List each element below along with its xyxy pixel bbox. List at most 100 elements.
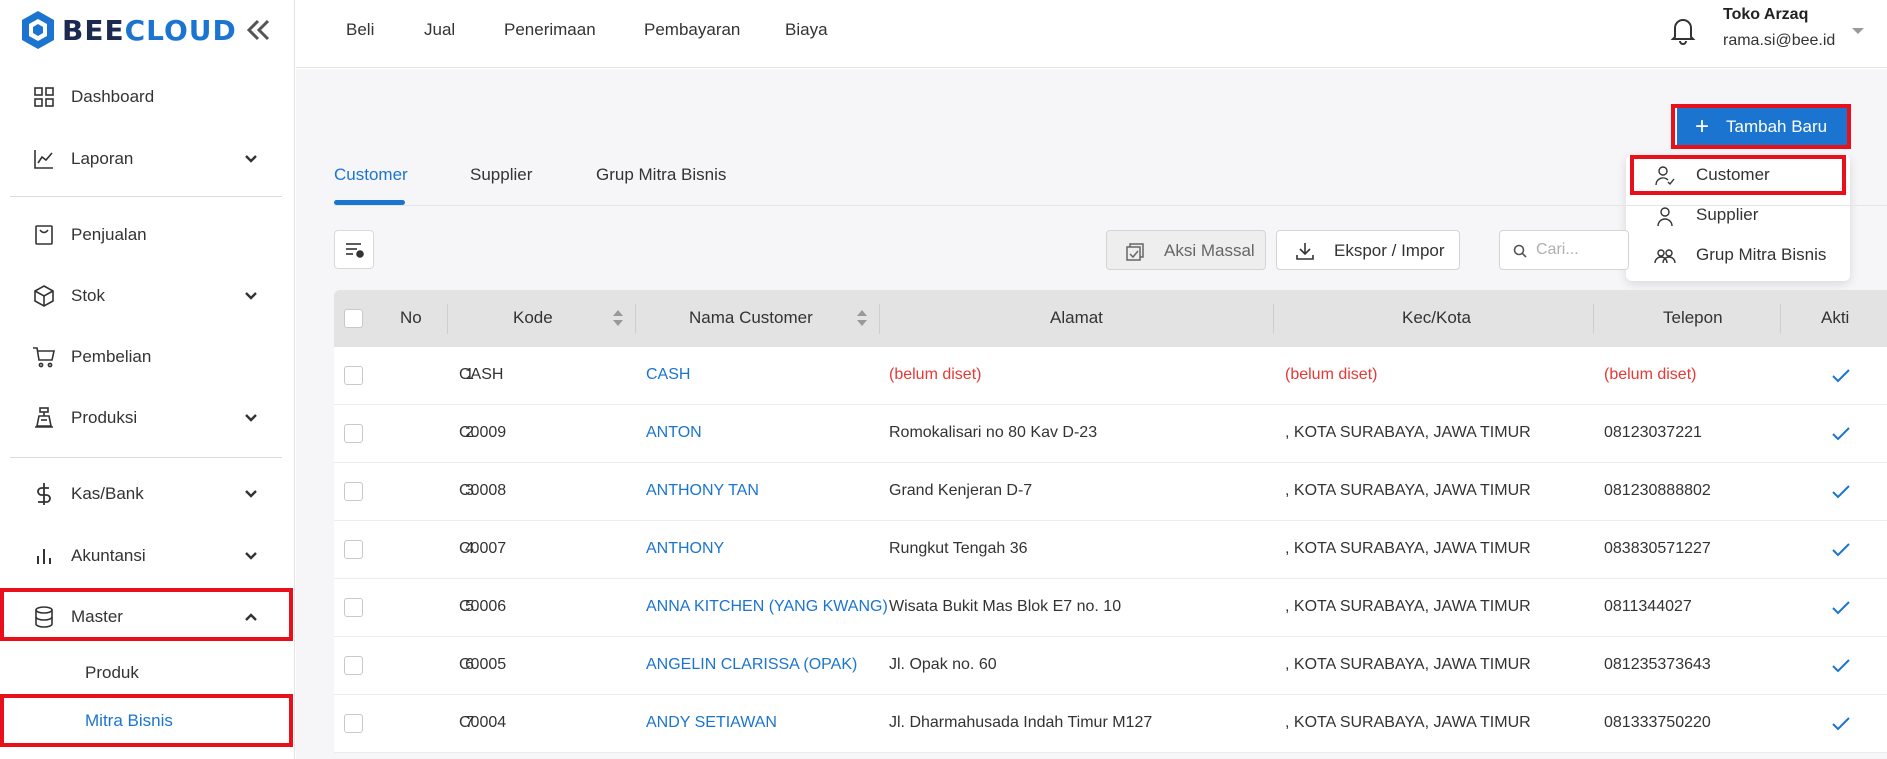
topmenu-pembayaran[interactable]: Pembayaran xyxy=(644,20,740,40)
topmenu-jual[interactable]: Jual xyxy=(424,20,455,40)
table-header: No Kode Nama Customer Alamat Kec/Kota Te… xyxy=(334,290,1887,347)
active-check-icon xyxy=(1832,427,1850,441)
dropdown-item-customer[interactable]: Customer xyxy=(1626,155,1850,195)
cell-code: C0007 xyxy=(459,540,507,557)
table-row[interactable]: 1 CASH CASH (belum diset) (belum diset) … xyxy=(334,347,1887,405)
cell-city: , KOTA SURABAYA, JAWA TIMUR xyxy=(1285,424,1531,441)
cell-name-link[interactable]: ANNA KITCHEN (YANG KWANG) xyxy=(646,598,888,616)
header-kode[interactable]: Kode xyxy=(513,308,553,328)
cell-address: Jl. Opak no. 60 xyxy=(889,656,997,673)
cell-code: C0005 xyxy=(459,656,507,673)
customer-icon xyxy=(1655,166,1675,186)
cell-code: C0008 xyxy=(459,482,507,499)
tab-customer[interactable]: Customer xyxy=(334,165,408,185)
topmenu-beli[interactable]: Beli xyxy=(346,20,374,40)
add-new-dropdown: Customer Supplier Grup Mitra Bisnis xyxy=(1626,155,1850,281)
cell-code: C0009 xyxy=(459,424,507,441)
sidebar-item-stok[interactable]: Stok xyxy=(0,271,295,321)
dropdown-item-label: Customer xyxy=(1696,165,1770,184)
cell-address: Romokalisari no 80 Kav D-23 xyxy=(889,424,1098,441)
sidebar-item-label: Kas/Bank xyxy=(71,484,144,503)
database-icon xyxy=(35,606,53,628)
shopping-bag-icon xyxy=(35,225,53,245)
dropdown-item-supplier[interactable]: Supplier xyxy=(1626,195,1850,235)
header-separator xyxy=(1273,304,1274,334)
cell-name-link[interactable]: ANTHONY xyxy=(646,540,724,558)
sidebar-subitem-produk[interactable]: Produk xyxy=(0,653,295,693)
header-aktif: Akti xyxy=(1821,308,1850,327)
add-new-label: Tambah Baru xyxy=(1726,116,1828,136)
row-checkbox[interactable] xyxy=(344,482,363,501)
search-input[interactable] xyxy=(1536,239,1624,261)
table-row[interactable]: 5 C0006 ANNA KITCHEN (YANG KWANG) Wisata… xyxy=(334,579,1887,637)
topmenu-penerimaan[interactable]: Penerimaan xyxy=(504,20,596,40)
sidebar-item-penjualan[interactable]: Penjualan xyxy=(0,210,295,260)
sidebar-item-label: Dashboard xyxy=(71,87,155,106)
cell-name-link[interactable]: ANTON xyxy=(646,424,702,442)
cell-name-link[interactable]: ANDY SETIAWAN xyxy=(646,714,777,732)
sidebar-item-dashboard[interactable]: Dashboard xyxy=(0,72,295,122)
table-row[interactable]: 7 C0004 ANDY SETIAWAN Jl. Dharmahusada I… xyxy=(334,695,1887,753)
sidebar-item-label: Laporan xyxy=(71,149,134,168)
supplier-icon xyxy=(1657,207,1673,227)
row-checkbox[interactable] xyxy=(344,424,363,443)
header-kec-kota: Kec/Kota xyxy=(1402,308,1471,327)
select-all-checkbox[interactable] xyxy=(344,309,363,328)
collapse-sidebar-icon[interactable] xyxy=(244,16,272,44)
sort-icon[interactable] xyxy=(856,308,868,328)
notification-bell-icon[interactable] xyxy=(1669,15,1697,45)
cell-city: , KOTA SURABAYA, JAWA TIMUR xyxy=(1285,714,1531,731)
cell-phone: 0811344027 xyxy=(1604,598,1692,615)
sidebar-subitem-mitra-bisnis[interactable]: Mitra Bisnis xyxy=(0,701,295,741)
active-check-icon xyxy=(1832,369,1850,383)
sidebar-item-laporan[interactable]: Laporan xyxy=(0,134,295,184)
dropdown-item-grup-mitra-bisnis[interactable]: Grup Mitra Bisnis xyxy=(1626,235,1850,275)
group-icon xyxy=(1654,249,1676,264)
topmenu-biaya[interactable]: Biaya xyxy=(785,20,828,40)
bulk-action-button[interactable]: Aksi Massal xyxy=(1106,230,1266,270)
tab-supplier[interactable]: Supplier xyxy=(470,165,532,185)
cell-name-link[interactable]: ANGELIN CLARISSA (OPAK) xyxy=(646,656,857,674)
active-tab-indicator xyxy=(334,200,405,205)
cell-phone: 081333750220 xyxy=(1604,714,1711,731)
sort-icon[interactable] xyxy=(612,308,624,328)
row-checkbox[interactable] xyxy=(344,540,363,559)
cell-city: , KOTA SURABAYA, JAWA TIMUR xyxy=(1285,598,1531,615)
sidebar-divider xyxy=(10,457,282,458)
sidebar-item-master[interactable]: Master xyxy=(0,592,295,642)
row-checkbox[interactable] xyxy=(344,598,363,617)
cart-icon xyxy=(33,347,55,368)
cell-name-link[interactable]: ANTHONY TAN xyxy=(646,482,759,500)
sidebar-item-pembelian[interactable]: Pembelian xyxy=(0,332,295,382)
sidebar-item-label: Akuntansi xyxy=(71,546,146,565)
logo: BEECLOUD xyxy=(20,10,237,50)
export-import-button[interactable]: Ekspor / Impor xyxy=(1276,230,1460,270)
chart-line-icon xyxy=(34,150,53,169)
tab-grup-mitra-bisnis[interactable]: Grup Mitra Bisnis xyxy=(596,165,726,185)
sidebar-item-produksi[interactable]: Produksi xyxy=(0,393,295,443)
table-row[interactable]: 2 C0009 ANTON Romokalisari no 80 Kav D-2… xyxy=(334,405,1887,463)
cell-address: (belum diset) xyxy=(889,366,982,383)
header-nama-customer[interactable]: Nama Customer xyxy=(689,308,813,328)
caret-down-icon[interactable] xyxy=(1851,26,1865,36)
active-check-icon xyxy=(1832,485,1850,499)
row-checkbox[interactable] xyxy=(344,366,363,385)
header-separator xyxy=(1593,304,1594,334)
row-checkbox[interactable] xyxy=(344,714,363,733)
table-row[interactable]: 3 C0008 ANTHONY TAN Grand Kenjeran D-7 ,… xyxy=(334,463,1887,521)
header-separator xyxy=(879,304,880,334)
cell-phone: 08123037221 xyxy=(1604,424,1702,441)
cell-name-link[interactable]: CASH xyxy=(646,366,690,384)
user-email: rama.si@bee.id xyxy=(1723,32,1836,49)
table-row[interactable]: 4 C0007 ANTHONY Rungkut Tengah 36 , KOTA… xyxy=(334,521,1887,579)
sidebar: BEECLOUD Dashboard Laporan Penjualan Sto… xyxy=(0,0,295,759)
cell-city: (belum diset) xyxy=(1285,366,1378,383)
cell-address: Rungkut Tengah 36 xyxy=(889,540,1028,557)
top-navbar: Beli Jual Penerimaan Pembayaran Biaya xyxy=(296,0,1887,68)
column-settings-button[interactable] xyxy=(334,230,374,269)
sidebar-item-kas-bank[interactable]: Kas/Bank xyxy=(0,469,295,519)
row-checkbox[interactable] xyxy=(344,656,363,675)
table-row[interactable]: 6 C0005 ANGELIN CLARISSA (OPAK) Jl. Opak… xyxy=(334,637,1887,695)
add-new-button[interactable]: + Tambah Baru xyxy=(1677,108,1848,145)
sidebar-item-akuntansi[interactable]: Akuntansi xyxy=(0,531,295,581)
